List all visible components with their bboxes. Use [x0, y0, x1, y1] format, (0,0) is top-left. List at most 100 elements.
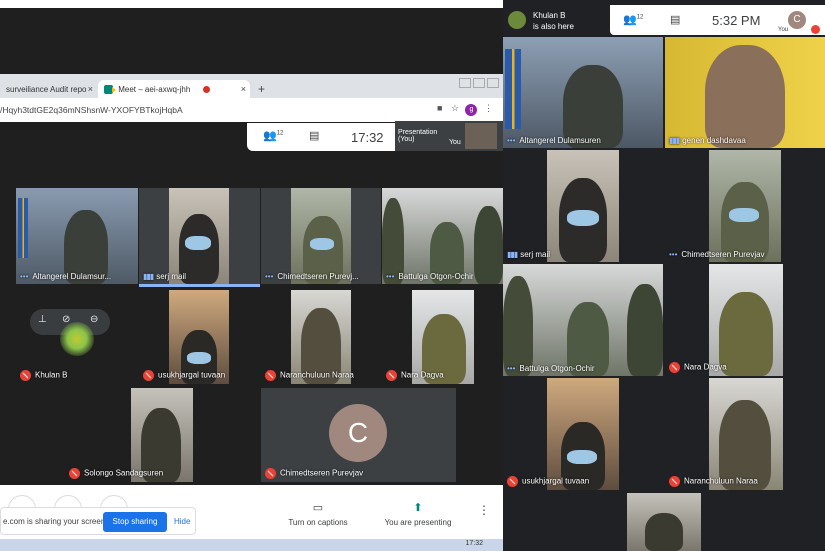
participant-name: ••• Altangerel Dulamsur...: [20, 272, 112, 281]
participant-name: Khulan B: [20, 370, 67, 381]
more-dots-icon: •••: [386, 272, 395, 281]
active-speaker-indicator: [139, 284, 260, 287]
present-icon: ⬆: [413, 502, 423, 514]
self-video-thumb: [465, 123, 497, 149]
meet-info-bar: 👥12 ▤ 5:32 PM C You: [610, 5, 825, 35]
participant-name: Solongo Sandagsuren: [69, 468, 163, 479]
person: [503, 276, 533, 376]
chat-icon[interactable]: ▤: [670, 13, 680, 26]
participant-tile[interactable]: usukhjargal tuvaan: [139, 290, 260, 384]
participant-tile[interactable]: Naranchuluun Naraa: [665, 378, 825, 490]
captions-control[interactable]: ▭ Turn on captions: [273, 501, 363, 527]
participant-name: ▮▮▮ serj mail: [507, 250, 550, 259]
notification-name: Khulan B: [533, 11, 566, 20]
close-window-icon[interactable]: [487, 78, 499, 88]
participant-name: usukhjargal tuvaan: [143, 370, 225, 381]
you-label: You: [449, 139, 461, 146]
more-dots-icon: •••: [20, 272, 29, 281]
kebab-menu-icon[interactable]: ⋮: [484, 103, 493, 113]
people-icon[interactable]: 👥12: [623, 13, 643, 26]
more-options-icon[interactable]: ⊖: [90, 314, 98, 325]
participant-tile[interactable]: Nara Dagva: [382, 290, 503, 384]
participant-tile[interactable]: Solongo Sandagsuren: [65, 388, 261, 482]
participant-tile[interactable]: ••• Altangerel Dulamsuren: [503, 37, 663, 148]
taskbar: 17:32: [0, 539, 503, 551]
you-label: You: [778, 27, 789, 33]
participant-tile[interactable]: ▮▮▮ genen dashdavaa: [665, 37, 825, 148]
pin-icon[interactable]: ⊥: [38, 314, 47, 325]
face-mask: [310, 238, 334, 250]
close-icon[interactable]: ×: [88, 84, 93, 94]
window-controls: [457, 78, 499, 90]
profile-avatar[interactable]: g: [465, 104, 478, 116]
tab-meet[interactable]: Meet – aei-axwq-jhh ×: [98, 80, 250, 100]
participant-tile[interactable]: ••• Chimedtseren Purevj...: [261, 188, 381, 284]
participant-name: usukhjargal tuvaan: [507, 476, 589, 487]
participant-tile[interactable]: ••• Battulga Otgon-Ochir: [503, 264, 663, 376]
screen-share-notice: e.com is sharing your screen. Stop shari…: [0, 507, 196, 535]
tab-strip: surveiliance Audit repo × Meet – aei-axw…: [0, 76, 503, 100]
participant-tile[interactable]: [627, 493, 701, 551]
participant-tile[interactable]: ••• Chimedtseren Purevjav: [665, 150, 825, 262]
mic-off-icon: [507, 476, 518, 487]
participant-name: Naranchuluun Naraa: [669, 476, 758, 487]
chat-icon[interactable]: ▤: [309, 129, 319, 142]
participant-count: 12: [276, 130, 284, 137]
participant-count: 12: [636, 14, 644, 21]
participant-tile[interactable]: usukhjargal tuvaan: [503, 378, 663, 490]
browser-window: surveiliance Audit repo × Meet – aei-axw…: [0, 74, 503, 122]
new-tab-button[interactable]: +: [258, 82, 265, 96]
participant-tile[interactable]: ••• Altangerel Dulamsur...: [16, 188, 138, 284]
meet-info-bar: 👥12 ▤ 17:32 Presentation (You) You: [247, 121, 503, 151]
minimize-icon[interactable]: [459, 78, 471, 88]
shared-screen: surveiliance Audit repo × Meet – aei-axw…: [0, 0, 503, 551]
presenting-label: You are presenting: [384, 518, 452, 527]
self-avatar[interactable]: C: [788, 11, 806, 29]
top-strip: [0, 0, 503, 8]
presenting-control[interactable]: ⬆ You are presenting: [373, 501, 463, 527]
tab-audit-report[interactable]: surveiliance Audit repo ×: [0, 80, 97, 100]
participant-tile[interactable]: C Chimedtseren Purevjav: [261, 388, 456, 482]
close-icon[interactable]: ×: [241, 84, 246, 94]
taskbar-clock: 17:32: [465, 540, 483, 547]
participant-tile[interactable]: ▮▮▮ serj mail: [503, 150, 663, 262]
face-mask: [187, 352, 211, 364]
kebab-menu-icon[interactable]: ⋮: [478, 503, 490, 517]
face-mask: [567, 450, 597, 464]
more-dots-icon: •••: [507, 364, 516, 373]
cursor-highlight: [60, 322, 94, 356]
face-mask: [185, 236, 211, 250]
url-text[interactable]: /Hqyh3tdtGE2q36mNShsnW-YXOFYBTkojHqbA: [0, 105, 183, 115]
mic-off-icon: [69, 468, 80, 479]
mic-off-icon: [669, 362, 680, 373]
participant-tile[interactable]: Naranchuluun Naraa: [261, 290, 381, 384]
mic-off-icon: [265, 370, 276, 381]
restore-icon[interactable]: [473, 78, 485, 88]
more-dots-icon: •••: [507, 136, 516, 145]
meet-logo-icon: [104, 85, 116, 95]
star-icon[interactable]: ☆: [451, 103, 459, 113]
person: [474, 206, 503, 284]
participant-tile[interactable]: Nara Dagva: [665, 264, 825, 376]
people-icon[interactable]: 👥12: [263, 129, 283, 142]
camera-icon[interactable]: ■: [437, 103, 442, 113]
person: [705, 45, 785, 148]
participant-tile[interactable]: ▮▮▮ serj mail: [139, 188, 260, 284]
participant-name: Naranchuluun Naraa: [265, 370, 354, 381]
face-mask: [567, 210, 599, 226]
captions-icon: ▭: [312, 502, 324, 514]
participant-name: Nara Dagva: [386, 370, 444, 381]
participant-tile[interactable]: ••• Battulga Otgon-Ochir: [382, 188, 503, 284]
mic-off-icon: [669, 476, 680, 487]
participant-name: Nara Dagva: [669, 362, 727, 373]
presentation-thumbnail[interactable]: Presentation (You) You: [395, 121, 503, 151]
omnibox-icons: ■ ☆ g ⋮: [437, 103, 493, 116]
share-notice-text: e.com is sharing your screen.: [3, 517, 108, 526]
mic-off-icon: [265, 468, 276, 479]
hide-button[interactable]: Hide: [174, 517, 190, 526]
tab-title: Meet – aei-axwq-jhh: [118, 85, 191, 94]
stop-sharing-button[interactable]: Stop sharing: [103, 512, 167, 532]
speaking-icon: ▮▮▮: [143, 272, 154, 281]
participant-name: ••• Chimedtseren Purevjav: [669, 250, 765, 259]
flag: [505, 49, 521, 129]
